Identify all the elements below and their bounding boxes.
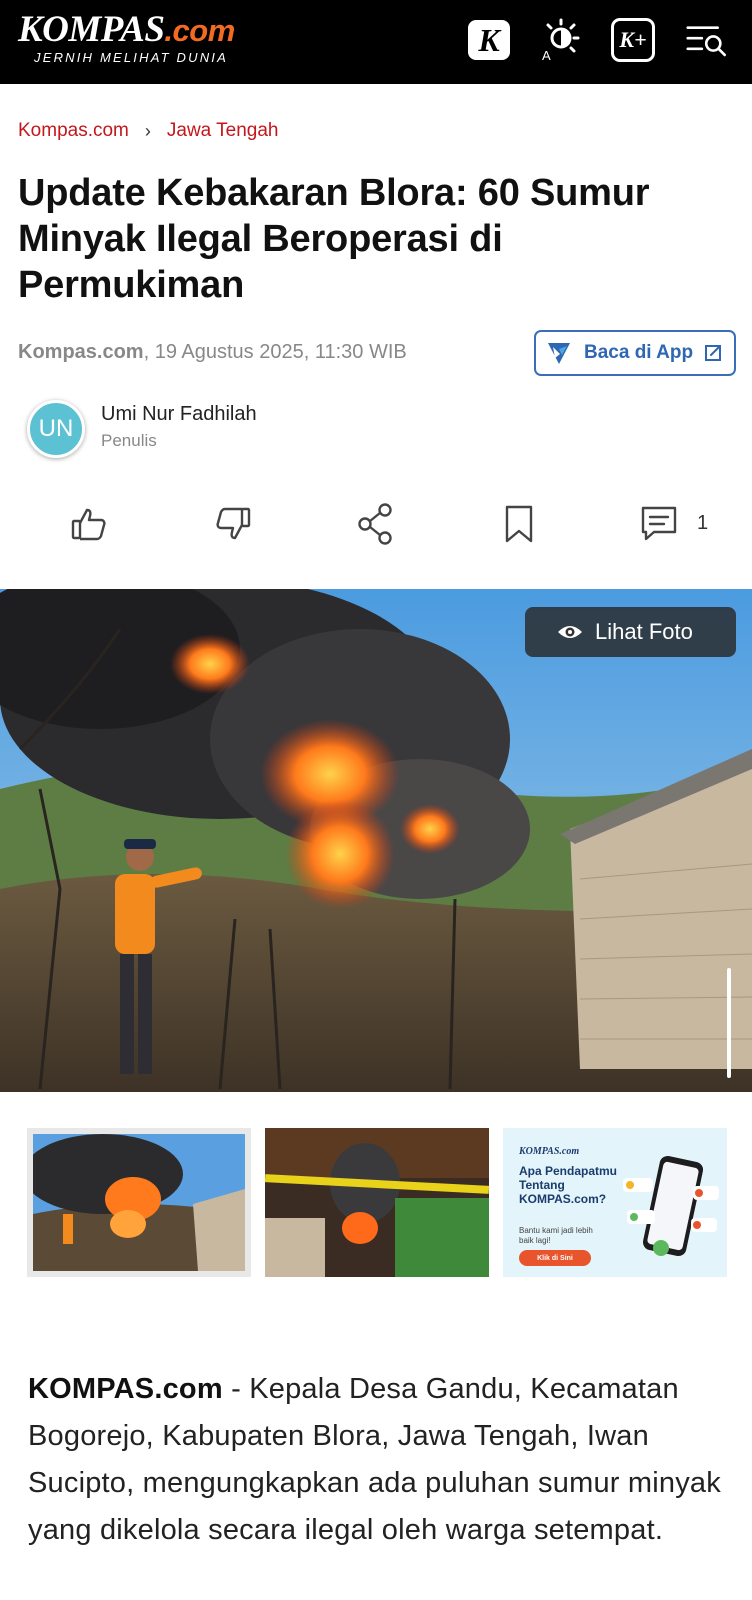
- bookmark-button[interactable]: [494, 500, 544, 548]
- app-logo-icon: [548, 343, 570, 364]
- view-photo-label: Lihat Foto: [595, 619, 693, 644]
- top-bar: KOMPAS.com JERNIH MELIHAT DUNIA K A K+: [0, 0, 752, 84]
- article-source: Kompas.com: [18, 341, 144, 363]
- svg-text:A: A: [542, 48, 551, 62]
- logo-suffix: .com: [164, 13, 235, 48]
- hero-photo[interactable]: [0, 589, 752, 1092]
- comment-button[interactable]: [634, 500, 684, 548]
- author-role: Penulis: [101, 431, 157, 450]
- gallery-scroll-indicator: [727, 968, 731, 1078]
- fire-scene-image: [0, 589, 752, 1092]
- menu-search-icon: [686, 26, 727, 57]
- breadcrumb-section[interactable]: Jawa Tengah: [167, 120, 279, 142]
- ad-question: Apa Pendapatmu Tentang KOMPAS.com?: [519, 1164, 618, 1206]
- thumbs-up-icon: [71, 508, 106, 541]
- ad-brand: KOMPAS.com: [519, 1146, 580, 1157]
- survey-ad-banner[interactable]: KOMPAS.com Apa Pendapatmu Tentang KOMPAS…: [503, 1128, 727, 1277]
- k-plus-icon: K+: [611, 18, 655, 62]
- logo-text: KOMPAS: [18, 9, 165, 50]
- brightness-icon: A: [542, 18, 580, 62]
- bookmark-icon: [505, 505, 533, 543]
- k-app-button[interactable]: K: [467, 18, 511, 62]
- ad-subtext: Bantu kami jadi lebih baik lagi!: [519, 1226, 593, 1245]
- read-in-app-label: Baca di App: [584, 342, 694, 363]
- article-lead: KOMPAS.com - Kepala Desa Gandu, Kecamata…: [28, 1366, 728, 1554]
- breadcrumb-home[interactable]: Kompas.com: [18, 120, 129, 142]
- article-title: Update Kebakaran Blora: 60 Sumur Minyak …: [18, 172, 650, 306]
- read-in-app-button[interactable]: Baca di App: [534, 330, 736, 376]
- breadcrumb: Kompas.com › Jawa Tengah: [18, 120, 279, 142]
- ad-cta-button[interactable]: Klik di Sini: [519, 1250, 591, 1266]
- breadcrumb-separator: ›: [144, 120, 151, 141]
- thumbs-down-icon: [216, 507, 251, 540]
- share-icon: [358, 503, 392, 545]
- article-meta: Kompas.com, 19 Agustus 2025, 11:30 WIB: [18, 341, 407, 364]
- thumb-police-line-image: [265, 1128, 489, 1277]
- author-avatar[interactable]: UN: [27, 400, 85, 458]
- theme-toggle-button[interactable]: A: [539, 18, 583, 62]
- kompas-logo[interactable]: KOMPAS.com JERNIH MELIHAT DUNIA: [18, 10, 235, 65]
- share-button[interactable]: [351, 500, 401, 548]
- logo-tagline: JERNIH MELIHAT DUNIA: [34, 50, 228, 65]
- article-datetime: , 19 Agustus 2025, 11:30 WIB: [143, 341, 407, 363]
- author-name[interactable]: Umi Nur Fadhilah: [101, 403, 257, 426]
- phone-survey-icon: [623, 1155, 719, 1257]
- lead-source: KOMPAS.com: [28, 1373, 223, 1405]
- eye-icon: [558, 626, 582, 638]
- comment-count: 1: [697, 512, 709, 534]
- like-button[interactable]: [64, 500, 114, 548]
- menu-search-button[interactable]: [686, 18, 730, 62]
- gallery-thumb-1[interactable]: [27, 1128, 251, 1277]
- gallery-thumb-2[interactable]: [265, 1128, 489, 1277]
- dislike-button[interactable]: [208, 500, 258, 548]
- kompas-plus-button[interactable]: K+: [611, 18, 655, 62]
- comment-icon: [641, 506, 677, 541]
- k-icon: K: [468, 20, 510, 60]
- thumb-fire-image: [27, 1134, 245, 1271]
- external-link-icon: [705, 345, 721, 361]
- view-photo-button[interactable]: Lihat Foto: [525, 607, 736, 657]
